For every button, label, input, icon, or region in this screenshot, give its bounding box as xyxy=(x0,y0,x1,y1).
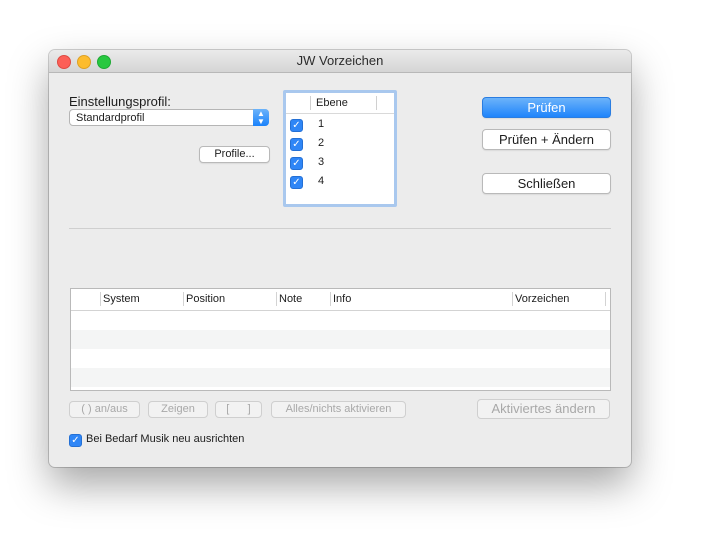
check-button[interactable]: Prüfen xyxy=(482,97,611,118)
window-title: JW Vorzeichen xyxy=(296,53,384,68)
layer-list-header: Ebene xyxy=(286,93,394,114)
column-header-system[interactable]: System xyxy=(103,293,140,305)
layer-list: Ebene ✓ 1 ✓ 2 ✓ 3 ✓ 4 xyxy=(283,90,397,207)
layer-row: ✓ 4 xyxy=(286,173,394,192)
layer-row: ✓ 1 xyxy=(286,116,394,135)
layer-label: 1 xyxy=(318,118,325,130)
table-row xyxy=(71,311,610,330)
close-button[interactable]: Schließen xyxy=(482,173,611,194)
layer-3-checkbox[interactable]: ✓ xyxy=(290,157,303,170)
table-row xyxy=(71,368,610,387)
layer-2-checkbox[interactable]: ✓ xyxy=(290,138,303,151)
layer-row: ✓ 2 xyxy=(286,135,394,154)
table-row xyxy=(71,349,610,368)
square-brackets-button[interactable]: [ ] xyxy=(215,401,262,418)
show-button[interactable]: Zeigen xyxy=(148,401,208,418)
layer-row: ✓ 3 xyxy=(286,154,394,173)
change-activated-button[interactable]: Aktiviertes ändern xyxy=(477,399,610,419)
settings-profile-value: Standardprofil xyxy=(76,112,145,124)
title-bar[interactable]: JW Vorzeichen xyxy=(49,50,631,73)
layer-label: 3 xyxy=(318,156,325,168)
column-header-note[interactable]: Note xyxy=(279,293,302,305)
results-table-header: System Position Note Info Vorzeichen xyxy=(71,289,610,311)
column-header-position[interactable]: Position xyxy=(186,293,225,305)
layer-label: 2 xyxy=(318,137,325,149)
realign-music-checkbox[interactable]: ✓ xyxy=(69,434,82,447)
layer-label: 4 xyxy=(318,175,325,187)
toggle-all-none-button[interactable]: Alles/nichts aktivieren xyxy=(271,401,406,418)
layer-column-header: Ebene xyxy=(316,97,348,109)
check-and-change-button[interactable]: Prüfen + Ändern xyxy=(482,129,611,150)
layer-1-checkbox[interactable]: ✓ xyxy=(290,119,303,132)
settings-profile-select[interactable]: Standardprofil ▲ ▼ xyxy=(69,109,269,126)
column-header-vorzeichen[interactable]: Vorzeichen xyxy=(515,293,569,305)
column-header-info[interactable]: Info xyxy=(333,293,351,305)
settings-profile-label: Einstellungsprofil: xyxy=(69,94,171,109)
profiles-button[interactable]: Profile... xyxy=(199,146,270,163)
chevron-updown-icon: ▲ ▼ xyxy=(253,109,269,126)
toggle-brackets-button[interactable]: ( ) an/aus xyxy=(69,401,140,418)
realign-music-label: Bei Bedarf Musik neu ausrichten xyxy=(86,433,245,445)
divider xyxy=(69,228,611,229)
dialog-window: JW Vorzeichen Einstellungsprofil: Standa… xyxy=(49,50,631,467)
results-table[interactable]: System Position Note Info Vorzeichen xyxy=(70,288,611,391)
layer-4-checkbox[interactable]: ✓ xyxy=(290,176,303,189)
table-row xyxy=(71,330,610,349)
